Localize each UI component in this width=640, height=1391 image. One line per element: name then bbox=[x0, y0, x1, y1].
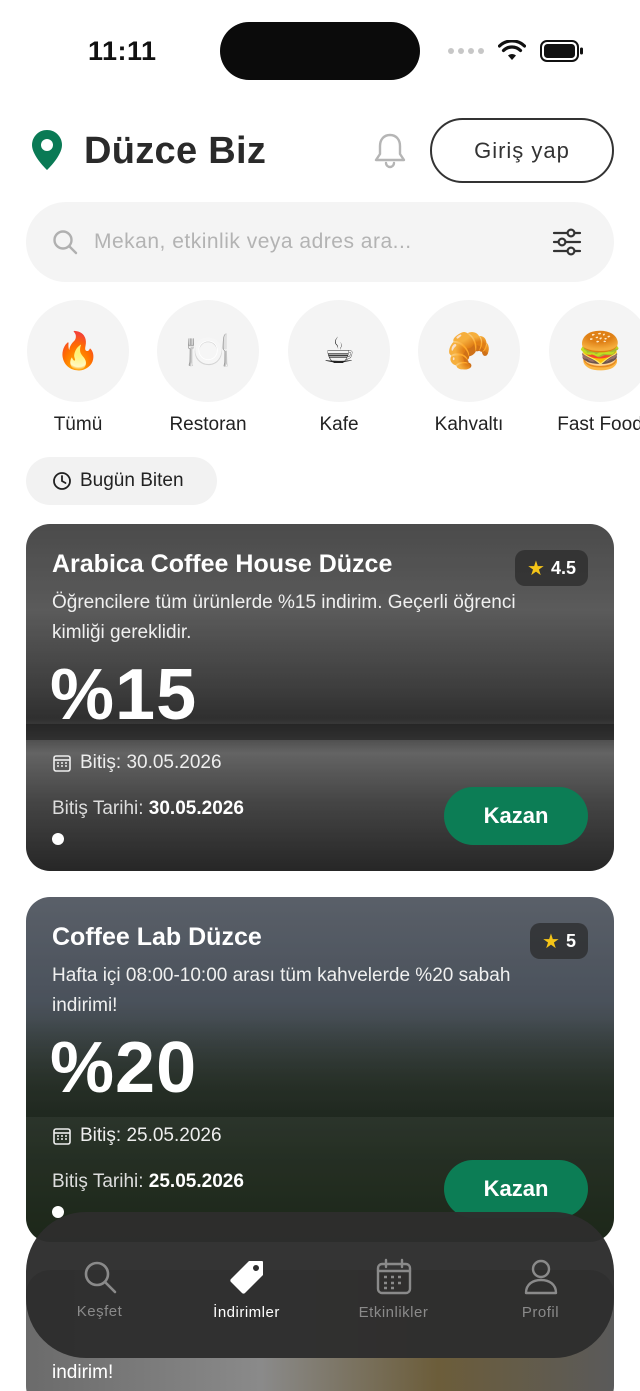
category-label: Fast Food bbox=[557, 414, 640, 435]
earn-button[interactable]: Kazan bbox=[444, 1160, 588, 1218]
deal-end-date: Bitiş Tarihi: 25.05.2026 bbox=[52, 1171, 244, 1193]
calendar-icon bbox=[376, 1258, 411, 1294]
deal-venue-name: Coffee Lab Düzce bbox=[52, 923, 262, 951]
star-icon: ★ bbox=[527, 557, 545, 580]
nav-label: Keşfet bbox=[76, 1302, 123, 1320]
nav-explore[interactable]: Keşfet bbox=[26, 1212, 173, 1358]
end-date-label: Bitiş Tarihi: bbox=[52, 1171, 144, 1192]
category-fast-food[interactable]: 🍔 Fast Food bbox=[535, 300, 640, 436]
nav-events[interactable]: Etkinlikler bbox=[320, 1212, 467, 1358]
category-label: Kafe bbox=[319, 414, 359, 435]
chip-label: Bugün Biten bbox=[80, 470, 184, 491]
end-short-text: Bitiş: 25.05.2026 bbox=[80, 1125, 222, 1146]
deal-end-date: Bitiş Tarihi: 30.05.2026 bbox=[52, 798, 244, 820]
category-label: Tümü bbox=[53, 414, 103, 435]
category-label: Restoran bbox=[169, 414, 247, 435]
end-date-value: 25.05.2026 bbox=[148, 1171, 244, 1192]
rating-value: 4.5 bbox=[550, 557, 576, 578]
battery-icon bbox=[540, 40, 583, 62]
search-bar[interactable] bbox=[26, 202, 614, 282]
deal-discount: %15 bbox=[50, 655, 198, 735]
clock-icon bbox=[53, 472, 71, 490]
deal-description: Öğrencilere tüm ürünlerde %15 indirim. G… bbox=[52, 592, 516, 643]
deal-card[interactable]: Coffee Lab Düzce ★ 5 Hafta içi 08:00-10:… bbox=[26, 897, 614, 1242]
coffee-cup-icon: ☕ bbox=[288, 300, 390, 402]
nav-label: Profil bbox=[521, 1303, 560, 1321]
deal-discount: %20 bbox=[50, 1028, 198, 1108]
category-restaurant[interactable]: 🍽️ Restoran bbox=[143, 300, 273, 436]
status-icons bbox=[448, 40, 584, 62]
cellular-signal-icon bbox=[448, 48, 484, 54]
burger-icon: 🍔 bbox=[549, 300, 640, 402]
end-date-label: Bitiş Tarihi: bbox=[52, 798, 144, 819]
ending-today-filter-chip[interactable]: Bugün Biten bbox=[26, 457, 217, 505]
croissant-icon: 🥐 bbox=[418, 300, 520, 402]
calendar-icon bbox=[53, 755, 71, 772]
category-all[interactable]: 🔥 Tümü bbox=[13, 300, 143, 436]
app-title: Düzce Biz bbox=[84, 130, 267, 172]
status-bar: 11:11 bbox=[0, 0, 640, 100]
rating-value: 5 bbox=[565, 930, 576, 951]
status-time: 11:11 bbox=[88, 36, 157, 66]
plate-cutlery-icon: 🍽️ bbox=[157, 300, 259, 402]
deal-end-short: Bitiş: 25.05.2026 bbox=[52, 1125, 222, 1147]
category-label: Kahvaltı bbox=[434, 414, 504, 435]
search-icon bbox=[53, 230, 78, 255]
end-short-text: Bitiş: 30.05.2026 bbox=[80, 752, 222, 773]
search-input[interactable] bbox=[94, 224, 534, 260]
rating-badge: ★ 5 bbox=[530, 923, 588, 959]
dynamic-island bbox=[220, 22, 420, 80]
carousel-dot[interactable] bbox=[52, 833, 64, 845]
nav-label: İndirimler bbox=[213, 1303, 280, 1321]
notification-bell-icon[interactable] bbox=[372, 132, 408, 170]
rating-badge: ★ 4.5 bbox=[515, 550, 588, 586]
user-icon bbox=[524, 1259, 557, 1294]
fire-icon: 🔥 bbox=[27, 300, 129, 402]
deal-description: Hafta içi 08:00-10:00 arası tüm kahveler… bbox=[52, 965, 511, 1016]
nav-profile[interactable]: Profil bbox=[467, 1212, 614, 1358]
location-pin-icon bbox=[32, 130, 62, 170]
deal-venue-name: Arabica Coffee House Düzce bbox=[52, 550, 393, 578]
calendar-icon bbox=[53, 1128, 71, 1145]
bottom-navigation: Keşfet İndirimler Etkinlikler Profil bbox=[26, 1212, 614, 1358]
deal-description: indirim! bbox=[52, 1362, 114, 1383]
filter-sliders-icon[interactable] bbox=[552, 228, 582, 256]
end-date-value: 30.05.2026 bbox=[148, 798, 244, 819]
search-icon bbox=[84, 1261, 116, 1293]
category-breakfast[interactable]: 🥐 Kahvaltı bbox=[404, 300, 534, 436]
nav-discounts[interactable]: İndirimler bbox=[173, 1212, 320, 1358]
app-header: Düzce Biz Giriş yap bbox=[0, 118, 640, 184]
category-row: 🔥 Tümü 🍽️ Restoran ☕ Kafe 🥐 Kahvaltı 🍔 F… bbox=[0, 300, 640, 440]
wifi-icon bbox=[498, 40, 526, 60]
login-button[interactable]: Giriş yap bbox=[430, 118, 614, 183]
earn-button[interactable]: Kazan bbox=[444, 787, 588, 845]
deal-card[interactable]: Arabica Coffee House Düzce ★ 4.5 Öğrenci… bbox=[26, 524, 614, 871]
tag-icon bbox=[229, 1260, 263, 1294]
star-icon: ★ bbox=[542, 930, 560, 953]
nav-label: Etkinlikler bbox=[358, 1303, 429, 1321]
category-cafe[interactable]: ☕ Kafe bbox=[274, 300, 404, 436]
deal-end-short: Bitiş: 30.05.2026 bbox=[52, 752, 222, 774]
